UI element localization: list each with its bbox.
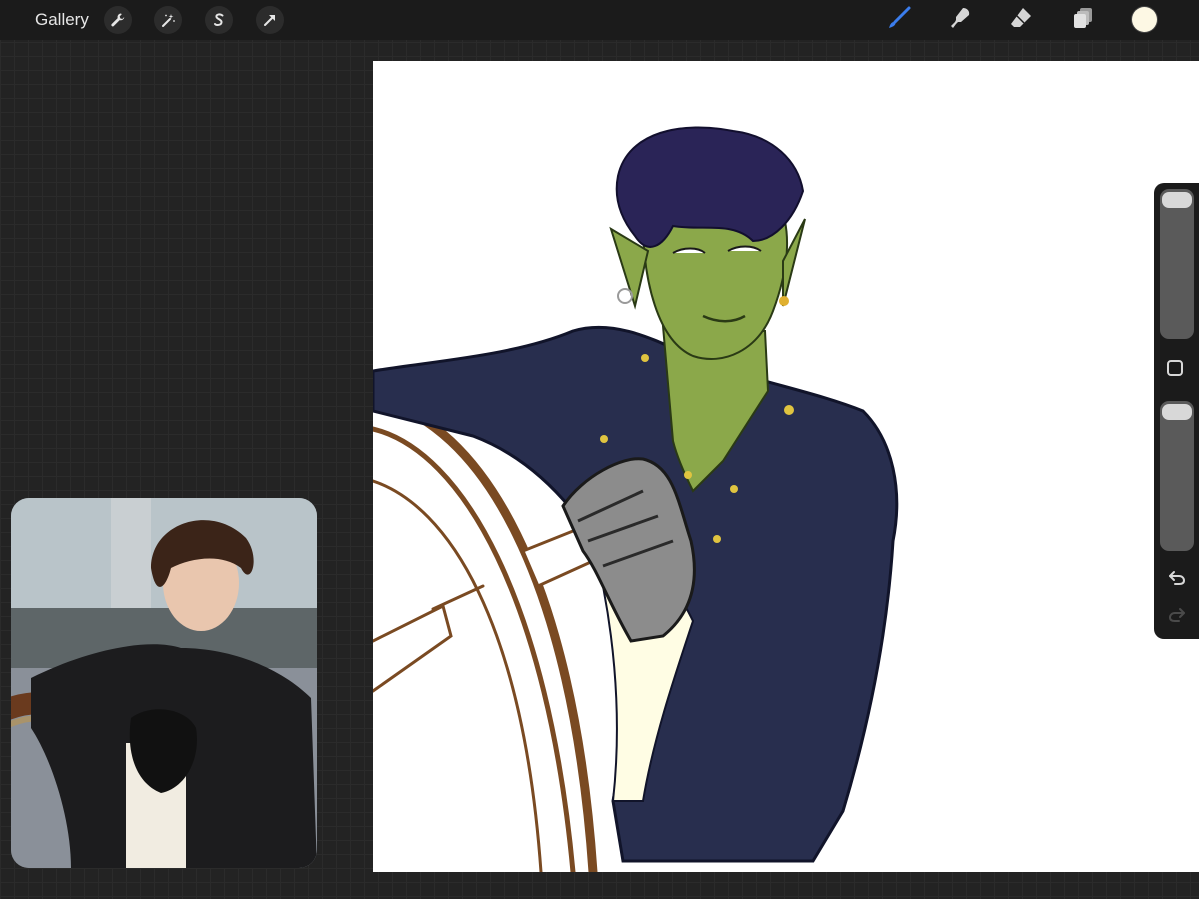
reference-photo (11, 498, 317, 868)
brush-opacity-slider[interactable] (1160, 401, 1194, 551)
eraser-tool-button[interactable] (1006, 5, 1036, 35)
color-picker-button[interactable] (1132, 7, 1157, 32)
redo-button[interactable] (1165, 605, 1189, 629)
selection-icon (211, 12, 227, 28)
figure-sketch (373, 126, 899, 863)
transform-button[interactable] (256, 6, 284, 34)
eraser-icon (1008, 5, 1034, 36)
actions-button[interactable] (104, 6, 132, 34)
wrench-icon (110, 12, 126, 28)
reference-image[interactable] (11, 498, 317, 868)
layers-icon (1070, 5, 1096, 36)
smudge-tool-button[interactable] (945, 5, 975, 35)
selection-button[interactable] (205, 6, 233, 34)
top-toolbar: Gallery (0, 0, 1199, 40)
redo-icon (1168, 607, 1186, 628)
brush-icon (886, 5, 912, 36)
undo-button[interactable] (1165, 568, 1189, 592)
magic-wand-icon (160, 12, 176, 28)
brush-opacity-slider-thumb[interactable] (1162, 404, 1192, 420)
brush-tool-button[interactable] (884, 5, 914, 35)
sidebar (1154, 183, 1199, 639)
canvas-artwork (373, 126, 899, 872)
drawing-canvas[interactable] (373, 61, 1199, 872)
undo-icon (1168, 570, 1186, 591)
smudge-icon (947, 5, 973, 36)
transform-icon (262, 12, 278, 28)
brush-size-slider[interactable] (1160, 189, 1194, 339)
layers-button[interactable] (1068, 5, 1098, 35)
brush-size-slider-thumb[interactable] (1162, 192, 1192, 208)
adjustments-button[interactable] (154, 6, 182, 34)
gallery-button[interactable]: Gallery (35, 10, 89, 30)
modify-button[interactable] (1167, 360, 1183, 376)
